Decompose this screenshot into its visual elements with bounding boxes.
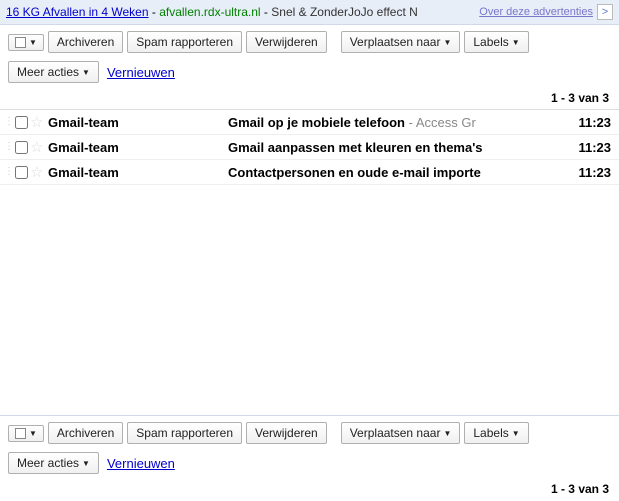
- move-to-dropdown[interactable]: Verplaatsen naar ▼: [341, 31, 461, 53]
- chevron-down-icon: ▼: [443, 38, 451, 47]
- message-list: ⋮⋮☆Gmail-teamGmail op je mobiele telefoo…: [0, 109, 619, 185]
- checkbox-icon: [15, 428, 26, 439]
- ad-domain: afvallen.rdx-ultra.nl: [159, 5, 260, 19]
- message-time: 11:23: [561, 165, 611, 180]
- row-checkbox[interactable]: [12, 166, 30, 179]
- ad-next-button[interactable]: >: [597, 4, 613, 20]
- message-time: 11:23: [561, 140, 611, 155]
- delete-button[interactable]: Verwijderen: [246, 31, 327, 53]
- checkbox-icon: [15, 37, 26, 48]
- star-icon[interactable]: ☆: [30, 113, 48, 131]
- pagination-count-bottom: 1 - 3 van 3: [0, 480, 619, 500]
- drag-handle-icon: ⋮⋮: [4, 119, 12, 125]
- toolbar-top: ▼ Archiveren Spam rapporteren Verwijdere…: [0, 25, 619, 59]
- chevron-down-icon: ▼: [82, 68, 90, 77]
- chevron-down-icon: ▼: [512, 38, 520, 47]
- labels-dropdown[interactable]: Labels ▼: [464, 31, 528, 53]
- drag-handle-icon: ⋮⋮: [4, 169, 12, 175]
- message-subject: Contactpersonen en oude e-mail importe: [228, 165, 561, 180]
- chevron-down-icon: ▼: [443, 429, 451, 438]
- message-subject: Gmail op je mobiele telefoon - Access Gr: [228, 115, 561, 130]
- more-actions-dropdown[interactable]: Meer acties ▼: [8, 61, 99, 83]
- delete-button[interactable]: Verwijderen: [246, 422, 327, 444]
- ad-link[interactable]: 16 KG Afvallen in 4 Weken: [6, 5, 149, 19]
- chevron-down-icon: ▼: [512, 429, 520, 438]
- more-actions-dropdown[interactable]: Meer acties ▼: [8, 452, 99, 474]
- message-row[interactable]: ⋮⋮ ☆Gmail-teamGmail op je mobiele telefoo…: [0, 110, 619, 135]
- archive-button[interactable]: Archiveren: [48, 422, 123, 444]
- message-row[interactable]: ⋮⋮ ☆Gmail-teamGmail aanpassen met kleuren…: [0, 135, 619, 160]
- report-spam-button[interactable]: Spam rapporteren: [127, 422, 242, 444]
- report-spam-button[interactable]: Spam rapporteren: [127, 31, 242, 53]
- toolbar-top-row2: Meer acties ▼ Vernieuwen: [0, 59, 619, 89]
- refresh-link[interactable]: Vernieuwen: [107, 456, 175, 471]
- row-checkbox[interactable]: [12, 141, 30, 154]
- select-all-dropdown[interactable]: ▼: [8, 425, 44, 442]
- ad-bar: 16 KG Afvallen in 4 Weken - afvallen.rdx…: [0, 0, 619, 25]
- star-icon[interactable]: ☆: [30, 163, 48, 181]
- pagination-count-top: 1 - 3 van 3: [0, 89, 619, 109]
- message-sender: Gmail-team: [48, 140, 228, 155]
- ad-about-link[interactable]: Over deze advertenties: [479, 6, 593, 18]
- message-sender: Gmail-team: [48, 165, 228, 180]
- message-time: 11:23: [561, 115, 611, 130]
- labels-dropdown[interactable]: Labels ▼: [464, 422, 528, 444]
- toolbar-bottom-row2: Meer acties ▼ Vernieuwen: [0, 450, 619, 480]
- chevron-down-icon: ▼: [29, 429, 37, 438]
- row-checkbox[interactable]: [12, 116, 30, 129]
- empty-area: [0, 185, 619, 415]
- message-row[interactable]: ⋮⋮ ☆Gmail-teamContactpersonen en oude e-m…: [0, 160, 619, 185]
- message-subject: Gmail aanpassen met kleuren en thema's: [228, 140, 561, 155]
- chevron-down-icon: ▼: [29, 38, 37, 47]
- refresh-link[interactable]: Vernieuwen: [107, 65, 175, 80]
- select-all-dropdown[interactable]: ▼: [8, 34, 44, 51]
- ad-text: Snel & ZonderJoJo effect N: [271, 5, 418, 19]
- move-to-dropdown[interactable]: Verplaatsen naar ▼: [341, 422, 461, 444]
- archive-button[interactable]: Archiveren: [48, 31, 123, 53]
- toolbar-bottom: ▼ Archiveren Spam rapporteren Verwijdere…: [0, 416, 619, 450]
- drag-handle-icon: ⋮⋮: [4, 144, 12, 150]
- message-sender: Gmail-team: [48, 115, 228, 130]
- chevron-down-icon: ▼: [82, 459, 90, 468]
- star-icon[interactable]: ☆: [30, 138, 48, 156]
